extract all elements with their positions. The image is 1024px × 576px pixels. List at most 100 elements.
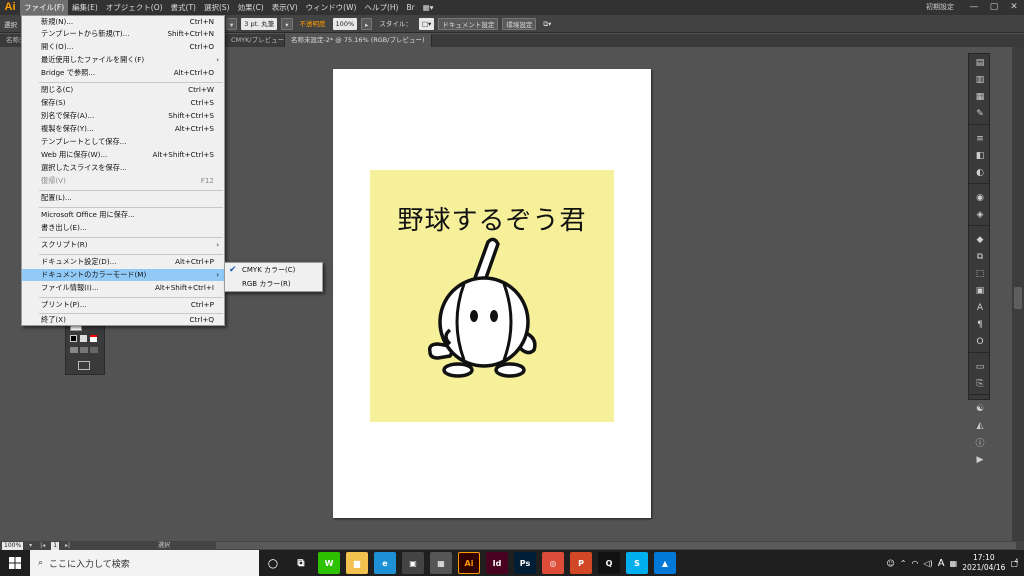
menu-type[interactable]: 書式(T) — [167, 0, 200, 15]
menu-item-rgb[interactable]: RGB カラー(R) — [225, 278, 322, 291]
brush-select[interactable]: 3 pt. 丸筆 — [241, 17, 278, 30]
taskbar-clock[interactable]: 17:10 2021/04/16 — [962, 553, 1005, 573]
menu-item-browse-bridge[interactable]: Bridge で参照... Alt+Ctrl+O — [22, 67, 224, 79]
brushes-icon[interactable]: ✎ — [969, 105, 991, 122]
menu-item-place[interactable]: 配置(L)... — [22, 192, 224, 204]
menu-item-open[interactable]: 開く(O)... Ctrl+O — [22, 41, 224, 53]
edge-icon[interactable]: e — [374, 552, 396, 574]
menu-help[interactable]: ヘルプ(H) — [360, 0, 402, 15]
actions-icon[interactable]: ▶ — [969, 451, 991, 468]
menu-item-print[interactable]: プリント(P)... Ctrl+P — [22, 299, 224, 311]
stroke-profile-select[interactable]: ▾ — [226, 17, 238, 30]
opacity-input[interactable]: 100% — [332, 17, 358, 30]
menu-item-new[interactable]: 新規(N)... Ctrl+N — [22, 16, 224, 28]
illustrator-icon[interactable]: Ai — [458, 552, 480, 574]
color-panel-icon[interactable]: ▤ — [969, 54, 991, 71]
qq-icon[interactable]: Q — [598, 552, 620, 574]
document-setup-button[interactable]: ドキュメント設定 — [438, 17, 499, 30]
gradient-icon[interactable]: ◧ — [969, 147, 991, 164]
first-artboard-icon[interactable]: |◂ — [38, 542, 47, 550]
layers-icon[interactable]: ◆ — [969, 231, 991, 248]
style-swatch[interactable]: □▾ — [418, 17, 435, 30]
elephant-baseball-illustration[interactable] — [420, 232, 560, 382]
menu-item-document-setup[interactable]: ドキュメント設定(D)... Alt+Ctrl+P — [22, 256, 224, 268]
menu-window[interactable]: ウィンドウ(W) — [302, 0, 361, 15]
tab-document-2[interactable]: 名称未設定-2* @ 75.16% (RGB/プレビュー) — [285, 34, 432, 47]
wechat-icon[interactable]: W — [318, 552, 340, 574]
notification-icon[interactable]: ▢ 4 — [1010, 558, 1018, 568]
next-artboard-icon[interactable]: ▸| — [63, 542, 72, 550]
character-icon[interactable]: A — [969, 299, 991, 316]
chrome-icon[interactable]: ◎ — [542, 552, 564, 574]
menu-item-scripts[interactable]: スクリプト(R) › — [22, 239, 224, 251]
zoom-dropdown-icon[interactable]: ▾ — [27, 542, 34, 550]
menu-item-cmyk[interactable]: ✔ CMYK カラー(C) — [225, 264, 322, 277]
menu-item-exit[interactable]: 終了(X) Ctrl+Q — [22, 314, 224, 326]
windows-start-icon[interactable] — [0, 550, 30, 576]
powerpoint-icon[interactable]: P — [570, 552, 592, 574]
task-view-icon[interactable]: ⧉ — [290, 552, 312, 574]
indesign-icon[interactable]: Id — [486, 552, 508, 574]
color-icon[interactable] — [80, 335, 87, 342]
menu-item-new-from-template[interactable]: テンプレートから新規(T)... Shift+Ctrl+N — [22, 28, 224, 40]
graphic-styles-icon[interactable]: ◈ — [969, 206, 991, 223]
menu-item-save-slices[interactable]: 選択したスライスを保存... — [22, 162, 224, 174]
menu-item-file-info[interactable]: ファイル情報(I)... Alt+Shift+Ctrl+I — [22, 282, 224, 294]
menu-item-close[interactable]: 閉じる(C) Ctrl+W — [22, 84, 224, 96]
photos-icon[interactable]: ▲ — [654, 552, 676, 574]
bridge-icon[interactable]: Br — [402, 0, 418, 15]
wifi-icon[interactable]: ◠ — [912, 559, 919, 568]
calculator-icon[interactable]: ▦ — [430, 552, 452, 574]
skype-icon[interactable]: S — [626, 552, 648, 574]
info-icon[interactable]: ⓘ — [969, 434, 991, 451]
draw-inside-icon[interactable] — [90, 347, 98, 353]
menu-view[interactable]: 表示(V) — [268, 0, 302, 15]
transparency-icon[interactable]: ◐ — [969, 164, 991, 181]
arrange-icon[interactable]: ⧉▾ — [540, 18, 554, 30]
align-icon[interactable]: ▣ — [969, 282, 991, 299]
preferences-button[interactable]: 環境設定 — [502, 17, 537, 30]
menu-object[interactable]: オブジェクト(O) — [102, 0, 167, 15]
menu-select[interactable]: 選択(S) — [200, 0, 234, 15]
opacity-dropdown-icon[interactable]: ▸ — [361, 17, 373, 30]
menu-item-open-recent[interactable]: 最近使用したファイルを開く(F) › — [22, 54, 224, 66]
swatches-icon[interactable]: ▦ — [969, 88, 991, 105]
stroke-icon[interactable]: ≡ — [969, 130, 991, 147]
appearance-icon[interactable]: ◉ — [969, 189, 991, 206]
opacity-label[interactable]: 不透明度 — [297, 18, 329, 30]
paragraph-icon[interactable]: ¶ — [969, 316, 991, 333]
menu-item-export[interactable]: 書き出し(E)... — [22, 222, 224, 234]
menu-item-save-web[interactable]: Web 用に保存(W)... Alt+Shift+Ctrl+S — [22, 149, 224, 161]
symbols-icon[interactable]: ☯ — [969, 400, 991, 417]
minimize-icon[interactable]: — — [964, 0, 984, 15]
close-icon[interactable]: ✕ — [1004, 0, 1024, 15]
links-icon[interactable]: ⎘ — [969, 375, 991, 392]
menu-effect[interactable]: 効果(C) — [234, 0, 268, 15]
photoshop-icon[interactable]: Ps — [514, 552, 536, 574]
pathfinder-icon[interactable]: ▭ — [969, 358, 991, 375]
draw-normal-icon[interactable] — [70, 347, 78, 353]
vertical-scrollbar[interactable] — [1012, 47, 1024, 542]
menu-file[interactable]: ファイル(F) — [20, 0, 69, 15]
opentype-icon[interactable]: O — [969, 333, 991, 350]
none-color-icon[interactable] — [90, 335, 97, 342]
volume-icon[interactable]: ◁) — [924, 559, 933, 568]
artboard-number-field[interactable]: 1 — [51, 541, 60, 550]
explorer-icon[interactable]: ▆ — [346, 552, 368, 574]
arrange-documents-icon[interactable]: ▦▾ — [419, 0, 438, 15]
store-icon[interactable]: ▣ — [402, 552, 424, 574]
navigator-icon[interactable]: ◭ — [969, 417, 991, 434]
artboards-icon[interactable]: ⧉ — [969, 248, 991, 265]
default-color-icon[interactable] — [70, 335, 77, 342]
menu-item-save[interactable]: 保存(S) Ctrl+S — [22, 97, 224, 109]
keyboard-icon[interactable]: ▦ — [950, 559, 958, 568]
menu-item-save-as[interactable]: 別名で保存(A)... Shift+Ctrl+S — [22, 110, 224, 122]
transform-icon[interactable]: ⬚ — [969, 265, 991, 282]
menu-item-save-copy[interactable]: 複製を保存(Y)... Alt+Ctrl+S — [22, 123, 224, 135]
menu-item-save-office[interactable]: Microsoft Office 用に保存... — [22, 209, 224, 221]
ime-indicator[interactable]: A — [938, 558, 945, 569]
show-hidden-icons-icon[interactable]: ⌃ — [900, 559, 907, 568]
menu-item-save-template[interactable]: テンプレートとして保存... — [22, 136, 224, 148]
zoom-field[interactable]: 100% — [2, 541, 24, 550]
tab-document-1-mode[interactable]: CMYK/プレビュー — [225, 34, 285, 47]
